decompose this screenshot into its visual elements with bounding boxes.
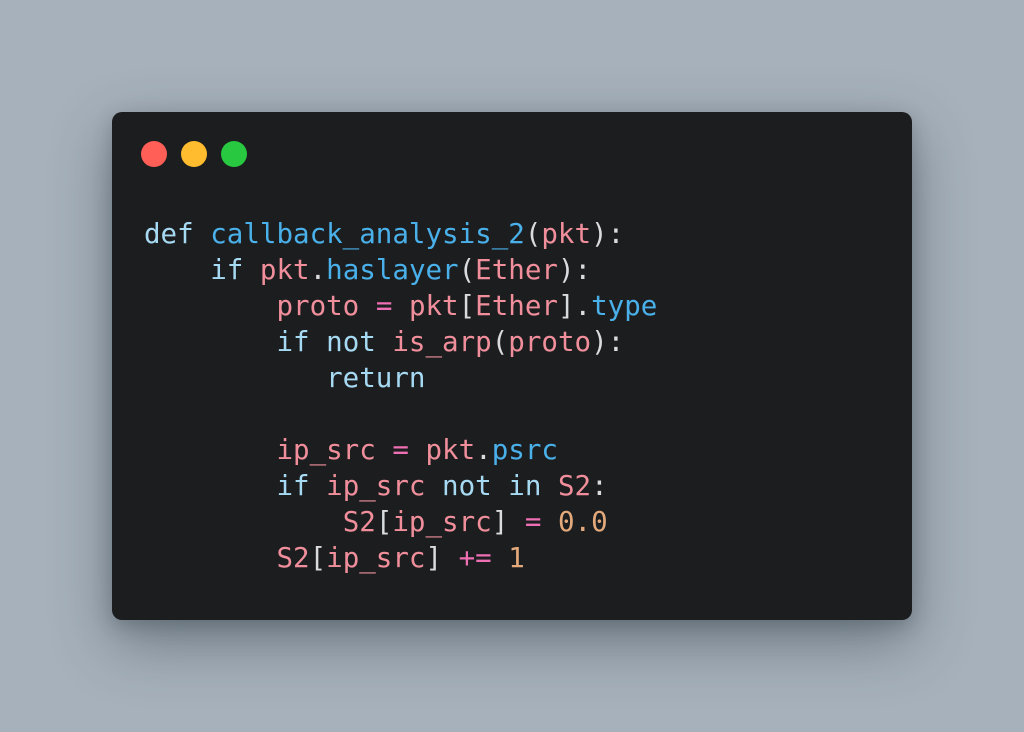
code-token-var: Ether xyxy=(475,290,558,322)
code-token-var: S2 xyxy=(342,506,376,538)
code-token-punct: ): xyxy=(591,326,625,358)
code-token-op: = xyxy=(392,434,409,466)
code-window: def callback_analysis_2(pkt): if pkt.has… xyxy=(112,112,912,620)
code-token-var: ip_src xyxy=(392,506,492,538)
code-line: S2[ip_src] = 0.0 xyxy=(144,504,657,540)
code-token-var: is_arp xyxy=(392,326,492,358)
code-line: ip_src = pkt.psrc xyxy=(144,432,657,468)
code-token-punct: ]. xyxy=(557,290,592,322)
code-token-op: = xyxy=(524,506,542,538)
code-token-fn: psrc xyxy=(491,434,558,466)
code-token-var: ip_src xyxy=(326,542,426,574)
code-token-punct: [ xyxy=(309,542,327,574)
code-token-var: pkt xyxy=(425,434,476,466)
code-token-kw: not xyxy=(326,326,376,358)
code-token-punct: [ xyxy=(458,290,476,322)
code-token-fn: callback_analysis_2 xyxy=(210,218,525,250)
code-token-var: S2 xyxy=(557,470,592,502)
code-token-var: S2 xyxy=(276,542,310,574)
code-token-fn: type xyxy=(591,290,658,322)
code-line: if not is_arp(proto): xyxy=(144,324,657,360)
window-controls xyxy=(141,141,247,167)
code-line: return xyxy=(144,360,657,396)
zoom-button[interactable] xyxy=(221,141,247,167)
code-token-fn: haslayer xyxy=(326,254,459,286)
code-token-op: = xyxy=(375,290,393,322)
code-token-num: 1 xyxy=(508,542,525,574)
close-button[interactable] xyxy=(141,141,167,167)
code-token-kw: if xyxy=(276,326,310,358)
code-token-var: Ether xyxy=(475,254,558,286)
code-token-punct: . xyxy=(309,254,327,286)
code-token-var: ip_src xyxy=(326,470,426,502)
code-line: def callback_analysis_2(pkt): xyxy=(144,216,657,252)
code-token-var: pkt xyxy=(259,254,310,286)
code-block: def callback_analysis_2(pkt): if pkt.has… xyxy=(144,216,657,576)
code-token-kw: if xyxy=(276,470,310,502)
code-token-var: pkt xyxy=(408,290,459,322)
code-token-var: pkt xyxy=(541,218,592,250)
code-token-kw: if xyxy=(210,254,244,286)
code-token-kw: return xyxy=(326,362,426,394)
code-token-var: proto xyxy=(508,326,592,358)
code-line: if pkt.haslayer(Ether): xyxy=(144,252,657,288)
code-token-punct: ( xyxy=(491,326,509,358)
code-token-punct: ] xyxy=(491,506,509,538)
code-token-op: += xyxy=(458,542,492,574)
code-line: if ip_src not in S2: xyxy=(144,468,657,504)
code-token-punct: [ xyxy=(375,506,393,538)
code-token-punct: . xyxy=(475,434,492,466)
code-token-var: proto xyxy=(276,290,360,322)
code-line: S2[ip_src] += 1 xyxy=(144,540,657,576)
code-token-punct: ] xyxy=(425,542,443,574)
minimize-button[interactable] xyxy=(181,141,207,167)
code-token-punct: : xyxy=(591,470,608,502)
code-token-punct: ): xyxy=(591,218,625,250)
code-token-num: 0.0 xyxy=(557,506,608,538)
code-token-punct: ): xyxy=(557,254,592,286)
code-token-kw: def xyxy=(144,218,194,250)
code-token-punct: ( xyxy=(458,254,476,286)
code-token-kw: not xyxy=(442,470,492,502)
code-token-punct: ( xyxy=(524,218,542,250)
code-token-var: ip_src xyxy=(276,434,376,466)
code-line: proto = pkt[Ether].type xyxy=(144,288,657,324)
code-token-kw: in xyxy=(508,470,542,502)
